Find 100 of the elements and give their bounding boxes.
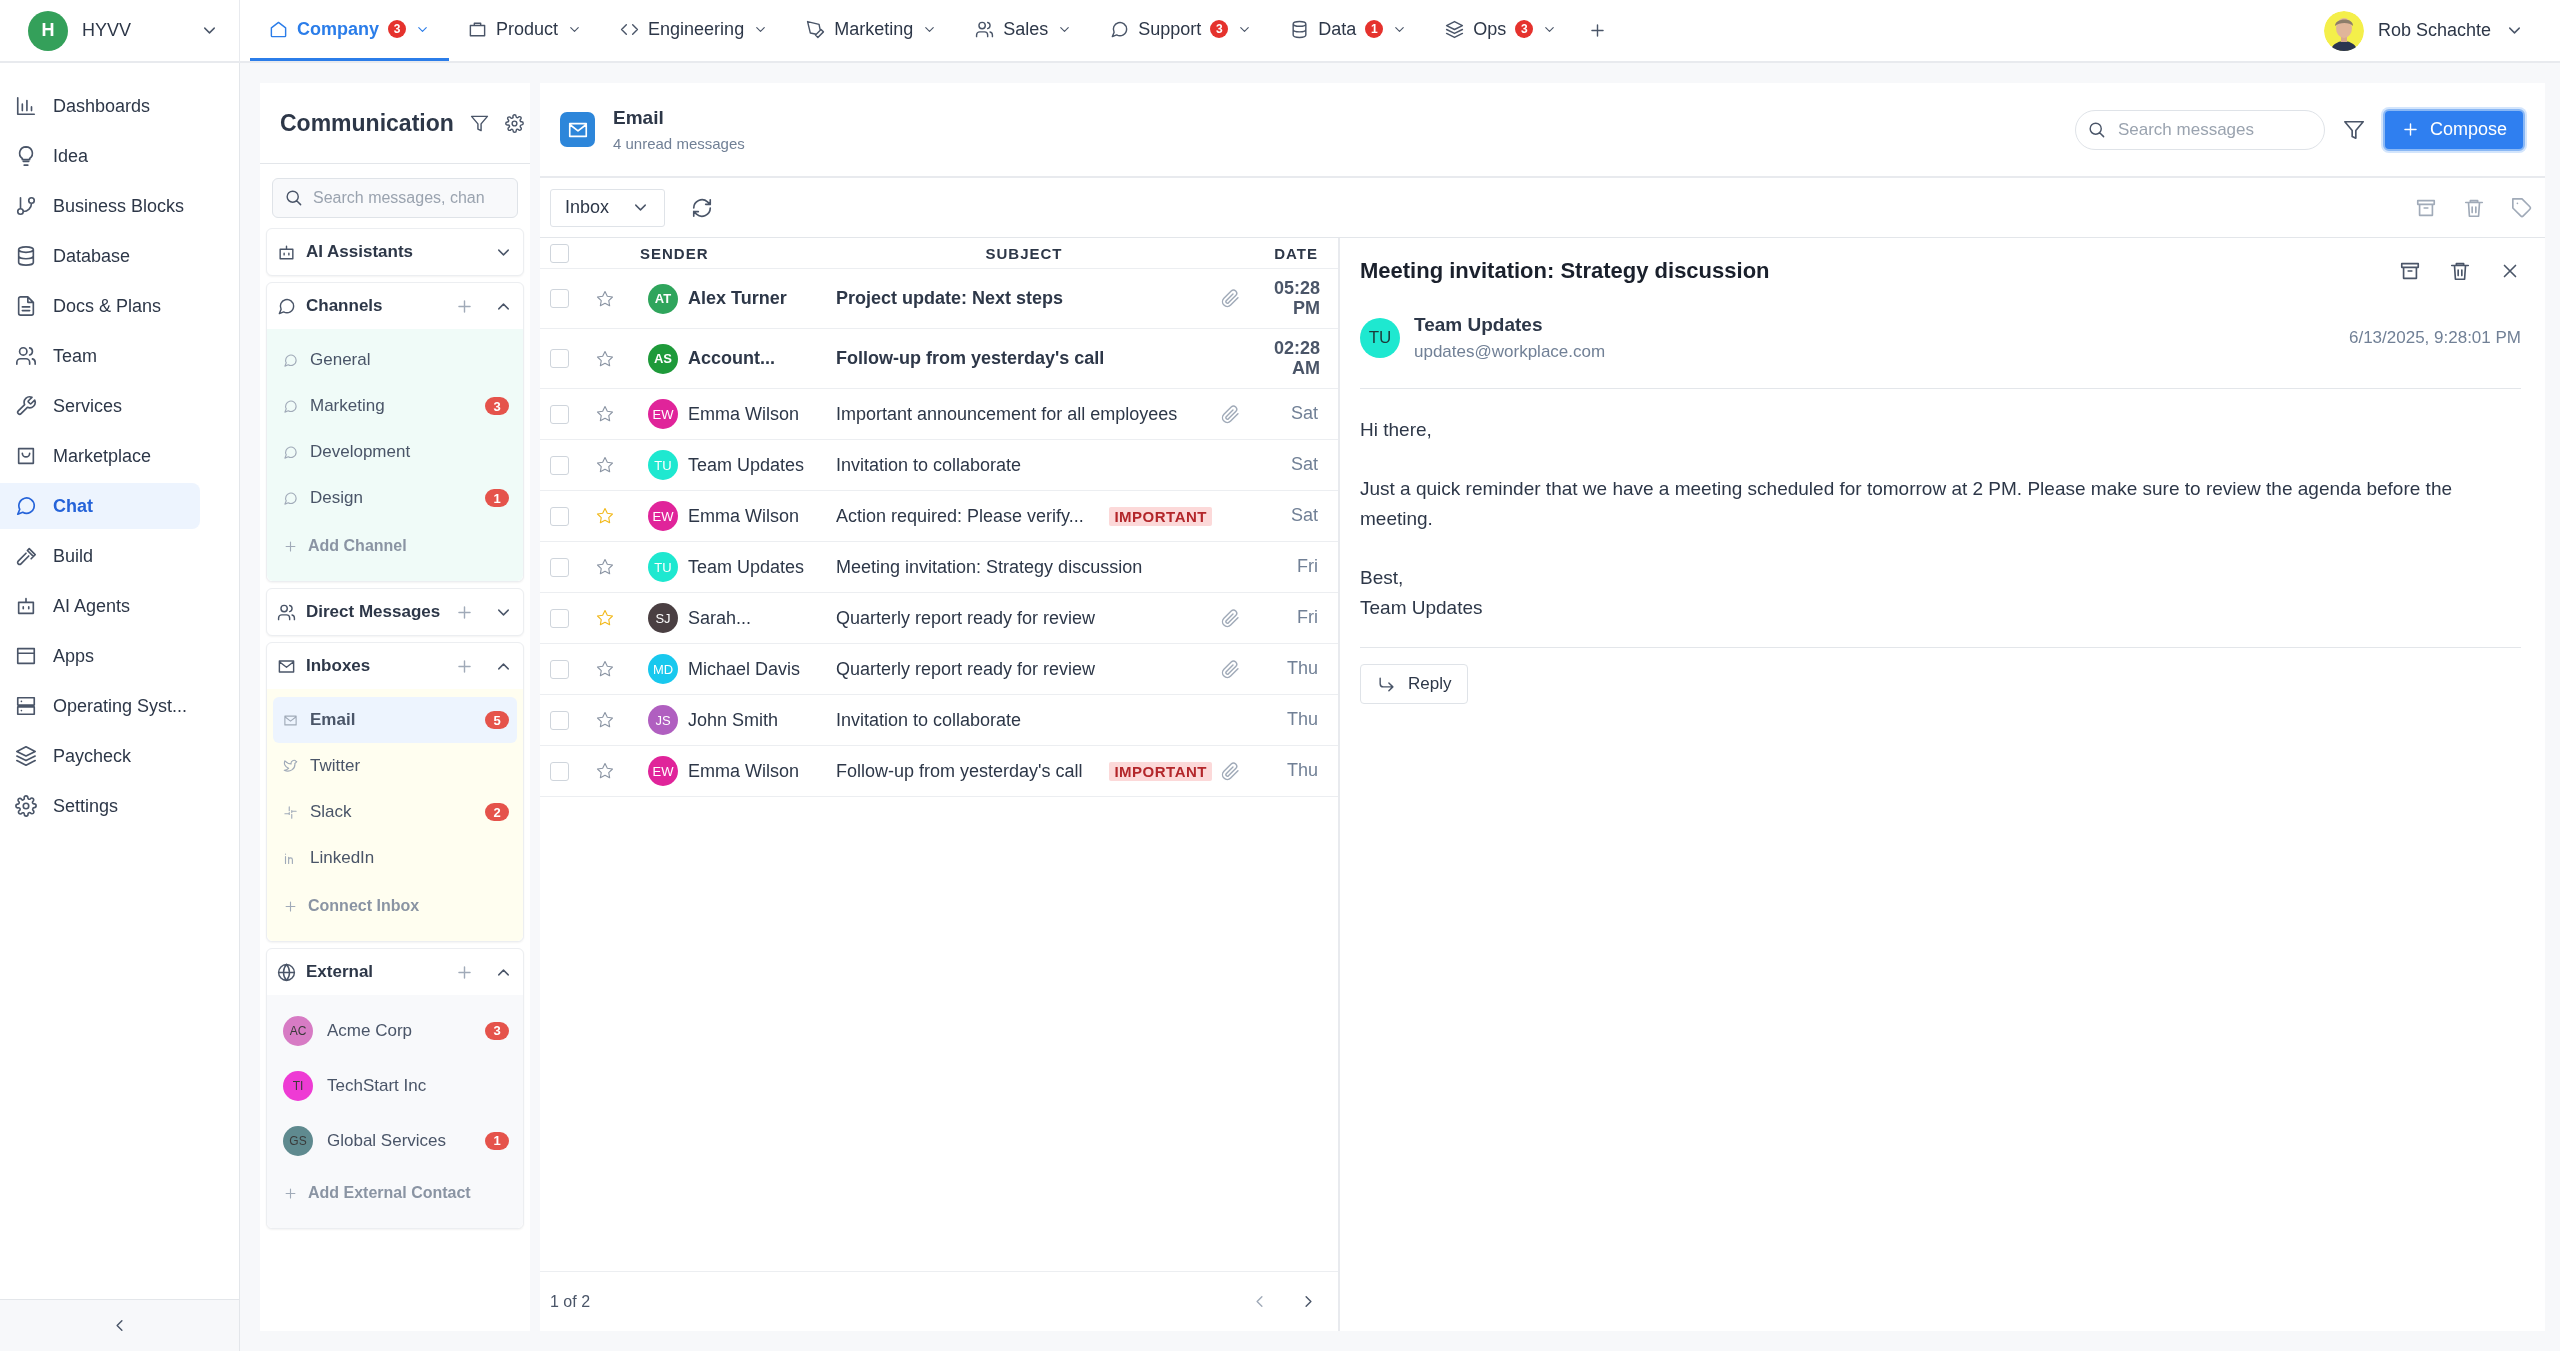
archive-icon[interactable] (2399, 260, 2421, 282)
folder-dropdown[interactable]: Inbox (550, 188, 666, 227)
checkbox[interactable] (550, 243, 569, 263)
star-icon[interactable] (596, 507, 614, 525)
nav-tab[interactable]: Data 1 (1271, 0, 1427, 61)
star-icon[interactable] (596, 456, 614, 474)
section-title: AI Assistants (306, 242, 415, 262)
email-row[interactable]: AS Account... Follow-up from yesterday's call 02:28 AM (540, 329, 1338, 389)
checkbox[interactable] (550, 608, 569, 628)
email-row[interactable]: JS John Smith Invitation to collaborate Thu (540, 695, 1338, 746)
plus-icon (283, 898, 298, 914)
item-label: Email (310, 710, 357, 730)
nav-tab[interactable]: Sales (956, 0, 1092, 61)
message-icon (283, 352, 298, 368)
checkbox[interactable] (550, 455, 569, 475)
email-date: Thu (1285, 659, 1319, 679)
database-icon (15, 245, 37, 267)
workspace-switcher[interactable]: H HYVV (0, 0, 240, 61)
email-date: Fri (1296, 608, 1319, 628)
sidebar-item[interactable]: AI Agents (0, 583, 200, 629)
nav-tab[interactable]: Product (449, 0, 602, 61)
star-icon[interactable] (596, 660, 614, 678)
section-header[interactable]: Channels (267, 283, 523, 329)
bird-icon (283, 758, 298, 774)
checkbox[interactable] (550, 506, 569, 526)
list-item[interactable]: Email 5 (273, 697, 517, 743)
star-icon[interactable] (596, 289, 614, 308)
filter-icon[interactable] (2342, 118, 2365, 141)
section-header[interactable]: Inboxes (267, 643, 523, 689)
list-item[interactable]: Design 1 (273, 475, 517, 521)
list-item[interactable]: Development (273, 429, 517, 475)
section-header[interactable]: AI Assistants (267, 229, 523, 275)
sidebar-item[interactable]: Docs & Plans (0, 283, 200, 329)
search-field[interactable]: Search messages (2074, 109, 2325, 150)
star-icon[interactable] (596, 762, 614, 780)
item-label: Design (310, 488, 364, 508)
checkbox[interactable] (550, 349, 569, 368)
list-item[interactable]: General (273, 337, 517, 383)
refresh-icon[interactable] (691, 196, 714, 219)
sidebar-item[interactable]: Marketplace (0, 433, 200, 479)
list-item[interactable]: Twitter (273, 743, 517, 789)
email-row[interactable]: TU Team Updates Invitation to collaborate Sat (540, 440, 1338, 491)
chart-icon (15, 95, 37, 117)
search-field[interactable]: Search messages, chan (272, 178, 518, 218)
email-row[interactable]: MD Michael Davis Quarterly report ready for review Thu (540, 644, 1338, 695)
list-item[interactable]: Slack 2 (273, 789, 517, 835)
list-item[interactable]: LinkedIn (273, 835, 517, 881)
settings-icon[interactable] (504, 113, 524, 133)
email-subject: Quarterly report ready for review (836, 658, 1096, 680)
sidebar-item[interactable]: Team (0, 333, 200, 379)
section-header[interactable]: External (267, 949, 523, 995)
email-row[interactable]: TU Team Updates Meeting invitation: Strategy discussion Fri (540, 542, 1338, 593)
sidebar-item[interactable]: Idea (0, 133, 200, 179)
sidebar-item[interactable]: Operating Syst... (0, 683, 200, 729)
user-menu[interactable]: Rob Schachte (2323, 10, 2560, 51)
count-badge: 1 (485, 489, 509, 507)
message-date: 6/13/2025, 9:28:01 PM (2348, 328, 2521, 348)
list-item[interactable]: TI TechStart Inc (273, 1058, 517, 1113)
star-icon[interactable] (596, 609, 614, 627)
star-icon[interactable] (596, 711, 614, 729)
message-icon (283, 490, 298, 506)
sidebar-item[interactable]: Chat (0, 483, 200, 529)
email-row[interactable]: AT Alex Turner Project update: Next steps 05:28 PM (540, 269, 1338, 329)
sidebar-item[interactable]: Dashboards (0, 83, 200, 129)
section-header[interactable]: Direct Messages (267, 589, 523, 635)
sidebar-item[interactable]: Services (0, 383, 200, 429)
star-icon[interactable] (596, 558, 614, 576)
checkbox[interactable] (550, 404, 569, 424)
nav-tab[interactable]: Support 3 (1091, 0, 1272, 61)
sidebar-item[interactable]: Settings (0, 783, 200, 829)
sidebar-item[interactable]: Build (0, 533, 200, 579)
sender-name: Team Updates (1414, 314, 1544, 336)
list-item[interactable]: AC Acme Corp 3 (273, 1003, 517, 1058)
checkbox[interactable] (550, 289, 569, 308)
checkbox[interactable] (550, 659, 569, 679)
list-item[interactable]: GS Global Services 1 (273, 1113, 517, 1168)
checkbox[interactable] (550, 557, 569, 577)
checkbox[interactable] (550, 761, 569, 781)
sidebar-item[interactable]: Apps (0, 633, 200, 679)
nav-tab[interactable]: Marketing (787, 0, 957, 61)
sidebar-item[interactable]: Database (0, 233, 200, 279)
email-row[interactable]: EW Emma Wilson Action required: Please verify... IMPORTANT Sat (540, 491, 1338, 542)
nav-tab[interactable]: Engineering (601, 0, 788, 61)
star-icon[interactable] (596, 405, 614, 423)
email-row[interactable]: EW Emma Wilson Important announcement for all employees Sat (540, 389, 1338, 440)
tag-icon[interactable] (2511, 196, 2533, 219)
email-row[interactable]: EW Emma Wilson Follow-up from yesterday's call IMPORTANT Thu (540, 746, 1338, 797)
compose-button[interactable]: Compose (2382, 108, 2525, 151)
sidebar-item[interactable]: Business Blocks (0, 183, 200, 229)
nav-tab[interactable]: Ops 3 (1426, 0, 1577, 61)
delete-icon[interactable] (2449, 260, 2471, 282)
email-row[interactable]: SJ Sarah... Quarterly report ready for review Fri (540, 593, 1338, 644)
search-icon (284, 188, 303, 207)
star-icon[interactable] (596, 349, 614, 368)
filter-icon[interactable] (469, 113, 489, 133)
reply-button[interactable]: Reply (1360, 664, 1469, 704)
bot-icon (15, 595, 37, 617)
sidebar-item[interactable]: Paycheck (0, 733, 200, 779)
checkbox[interactable] (550, 710, 569, 730)
list-item[interactable]: Marketing 3 (273, 383, 517, 429)
